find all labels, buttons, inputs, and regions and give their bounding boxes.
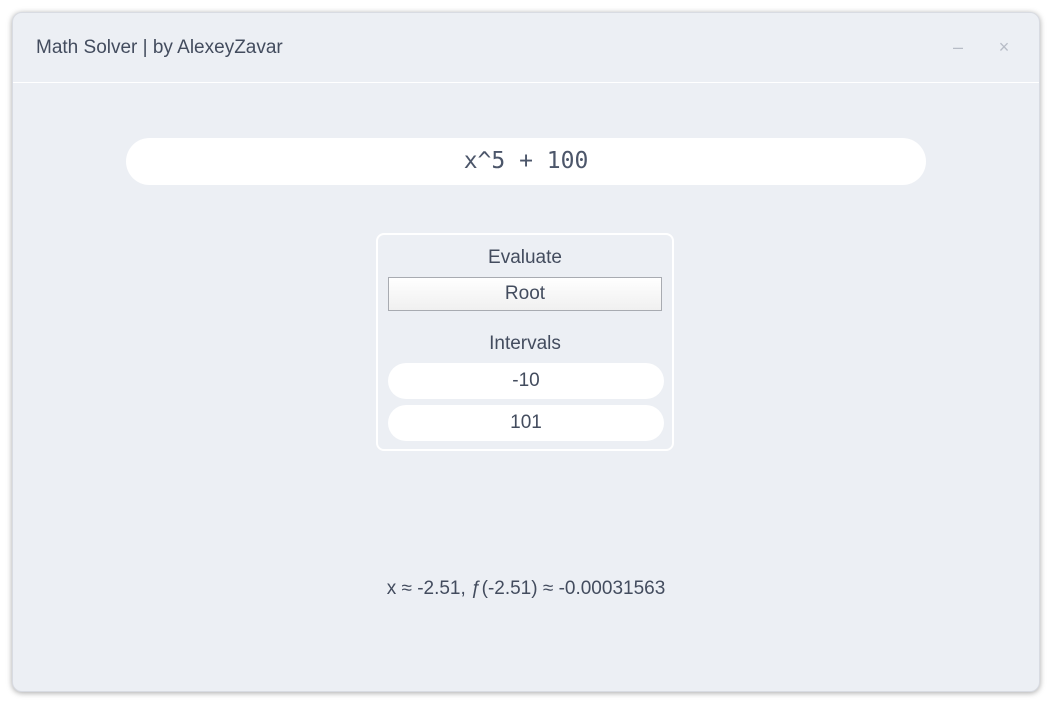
expression-input[interactable]: x^5 + 100 — [126, 138, 926, 185]
evaluate-label: Evaluate — [488, 247, 562, 268]
window-title: Math Solver | by AlexeyZavar — [36, 37, 283, 58]
app-window: Math Solver | by AlexeyZavar – × x^5 + 1… — [12, 12, 1040, 692]
options-panel: Evaluate Root Intervals -10 101 — [376, 233, 674, 451]
interval-end-input[interactable]: 101 — [388, 405, 664, 441]
result-text: x ≈ -2.51, ƒ(-2.51) ≈ -0.00031563 — [386, 578, 666, 599]
title-bar[interactable]: Math Solver | by AlexeyZavar – × — [13, 13, 1039, 83]
interval-start-input[interactable]: -10 — [388, 363, 664, 399]
minimize-icon[interactable]: – — [946, 35, 970, 59]
evaluate-select[interactable]: Root — [388, 277, 662, 311]
close-icon[interactable]: × — [992, 35, 1016, 59]
intervals-label: Intervals — [489, 333, 561, 354]
